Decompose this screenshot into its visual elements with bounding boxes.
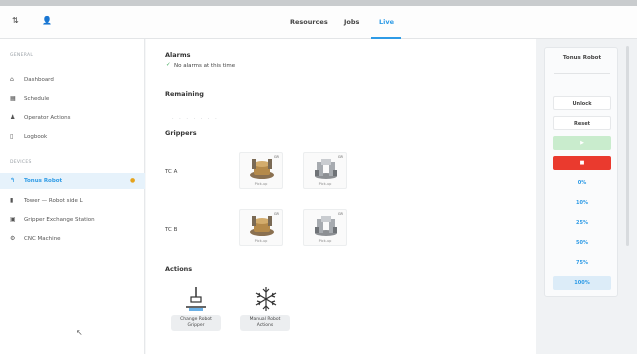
unlock-button[interactable]: Unlock bbox=[553, 96, 611, 110]
speed-100-button[interactable]: 100% bbox=[553, 276, 611, 290]
gripper-card[interactable]: GR Pick-up bbox=[303, 152, 347, 189]
calendar-icon: ▦ bbox=[10, 95, 16, 102]
tab-live[interactable]: Live bbox=[379, 18, 394, 26]
gripper-gold-icon bbox=[250, 159, 274, 179]
gripper-card[interactable]: GR Pick-up bbox=[239, 152, 283, 189]
remaining-heading: Remaining bbox=[165, 90, 204, 98]
sidebar-item-dashboard[interactable]: ⌂ Dashboard bbox=[0, 72, 145, 88]
station-icon: ▣ bbox=[10, 216, 16, 223]
gripper-card[interactable]: GR Pick-up bbox=[239, 209, 283, 246]
speed-10-button[interactable]: 10% bbox=[553, 196, 611, 210]
main-content: Alarms ✓ No alarms at this time Remainin… bbox=[146, 39, 536, 354]
speed-50-button[interactable]: 50% bbox=[553, 236, 611, 250]
gripper-row-label: TC A bbox=[165, 169, 178, 175]
divider bbox=[554, 73, 610, 74]
action-label: Manual Robot bbox=[249, 317, 281, 322]
alarms-status: No alarms at this time bbox=[174, 63, 236, 69]
stop-button[interactable]: ■ bbox=[553, 156, 611, 170]
gripper-caption: Pick-up bbox=[254, 182, 268, 186]
swap-icon[interactable]: ⇅ bbox=[12, 16, 19, 25]
sidebar-item-label: Gripper Exchange Station bbox=[24, 217, 95, 223]
gripper-change-icon bbox=[186, 287, 206, 311]
sidebar-item-label: Tower — Robot side L bbox=[24, 198, 83, 204]
robot-title: Tonus Robot bbox=[562, 55, 602, 61]
sidebar-section-devices: DEVICES bbox=[10, 160, 32, 165]
reset-button[interactable]: Reset bbox=[553, 116, 611, 130]
person-icon: ♟ bbox=[10, 114, 16, 121]
sidebar-item-tonus-robot[interactable]: ↰ Tonus Robot ● bbox=[0, 173, 145, 189]
gripper-row-label: TC B bbox=[165, 227, 178, 233]
gripper-silver-icon bbox=[315, 159, 337, 179]
change-robot-gripper-action[interactable]: Change Robot Gripper bbox=[171, 283, 221, 331]
remaining-placeholder: · · · · · · · bbox=[172, 116, 219, 122]
action-label: Actions bbox=[256, 323, 274, 328]
start-button[interactable]: ▶ bbox=[553, 136, 611, 150]
mouse-cursor-icon: ↖ bbox=[76, 328, 83, 337]
robot-arm-icon: ↰ bbox=[10, 177, 16, 184]
sidebar-item-label: Dashboard bbox=[24, 77, 54, 83]
gear-icon: ⚙ bbox=[10, 235, 16, 242]
scrollbar[interactable] bbox=[626, 46, 629, 246]
user-icon[interactable]: 👤 bbox=[42, 16, 52, 25]
sidebar-item-cnc-machine[interactable]: ⚙ CNC Machine bbox=[0, 231, 145, 247]
gripper-caption: Pick-up bbox=[318, 182, 332, 186]
sidebar-item-label: CNC Machine bbox=[24, 236, 61, 242]
check-icon: ✓ bbox=[166, 62, 171, 68]
speed-0-button[interactable]: 0% bbox=[553, 176, 611, 190]
sidebar-item-logbook[interactable]: ▯ Logbook bbox=[0, 129, 145, 145]
actions-heading: Actions bbox=[165, 265, 193, 273]
tower-icon: ▮ bbox=[10, 197, 14, 204]
snowflake-icon bbox=[255, 287, 277, 311]
tab-resources[interactable]: Resources bbox=[290, 18, 328, 26]
grippers-heading: Grippers bbox=[165, 129, 197, 137]
action-label: Change Robot bbox=[180, 317, 212, 322]
action-label: Gripper bbox=[187, 323, 205, 328]
gripper-caption: Pick-up bbox=[254, 239, 268, 243]
speed-25-button[interactable]: 25% bbox=[553, 216, 611, 230]
sidebar-item-tower[interactable]: ▮ Tower — Robot side L bbox=[0, 193, 145, 209]
manual-robot-actions-action[interactable]: Manual Robot Actions bbox=[240, 283, 290, 331]
top-bar: ⇅ 👤 Resources Jobs Live bbox=[0, 6, 637, 39]
speed-75-button[interactable]: 75% bbox=[553, 256, 611, 270]
sidebar-section-general: GENERAL bbox=[10, 53, 34, 58]
sidebar-item-label: Schedule bbox=[24, 96, 50, 102]
document-icon: ▯ bbox=[10, 133, 14, 140]
alarms-heading: Alarms bbox=[165, 51, 191, 59]
sidebar-item-label: Operator Actions bbox=[24, 115, 71, 121]
home-icon: ⌂ bbox=[10, 76, 14, 83]
gripper-card[interactable]: GR Pick-up bbox=[303, 209, 347, 246]
robot-control-panel: Tonus Robot Unlock Reset ▶ ■ 0% 10% 25% … bbox=[536, 39, 637, 354]
tab-jobs[interactable]: Jobs bbox=[344, 18, 359, 26]
warning-icon: ● bbox=[130, 177, 136, 184]
app-frame: ⇅ 👤 Resources Jobs Live GENERAL ⌂ Dashbo… bbox=[0, 6, 637, 354]
gripper-gold-icon bbox=[250, 216, 274, 236]
gripper-caption: Pick-up bbox=[318, 239, 332, 243]
sidebar-item-gripper-exchange-station[interactable]: ▣ Gripper Exchange Station bbox=[0, 212, 145, 228]
sidebar: GENERAL ⌂ Dashboard ▦ Schedule ♟ Operato… bbox=[0, 39, 145, 354]
sidebar-item-operator-actions[interactable]: ♟ Operator Actions bbox=[0, 110, 145, 126]
action-button[interactable]: Change Robot Gripper bbox=[171, 315, 221, 331]
action-button[interactable]: Manual Robot Actions bbox=[240, 315, 290, 331]
sidebar-item-schedule[interactable]: ▦ Schedule bbox=[0, 91, 145, 107]
gripper-silver-icon bbox=[315, 216, 337, 236]
sidebar-item-label: Logbook bbox=[24, 134, 48, 140]
robot-control-card: Tonus Robot Unlock Reset ▶ ■ 0% 10% 25% … bbox=[544, 47, 618, 297]
sidebar-item-label: Tonus Robot bbox=[24, 178, 63, 184]
